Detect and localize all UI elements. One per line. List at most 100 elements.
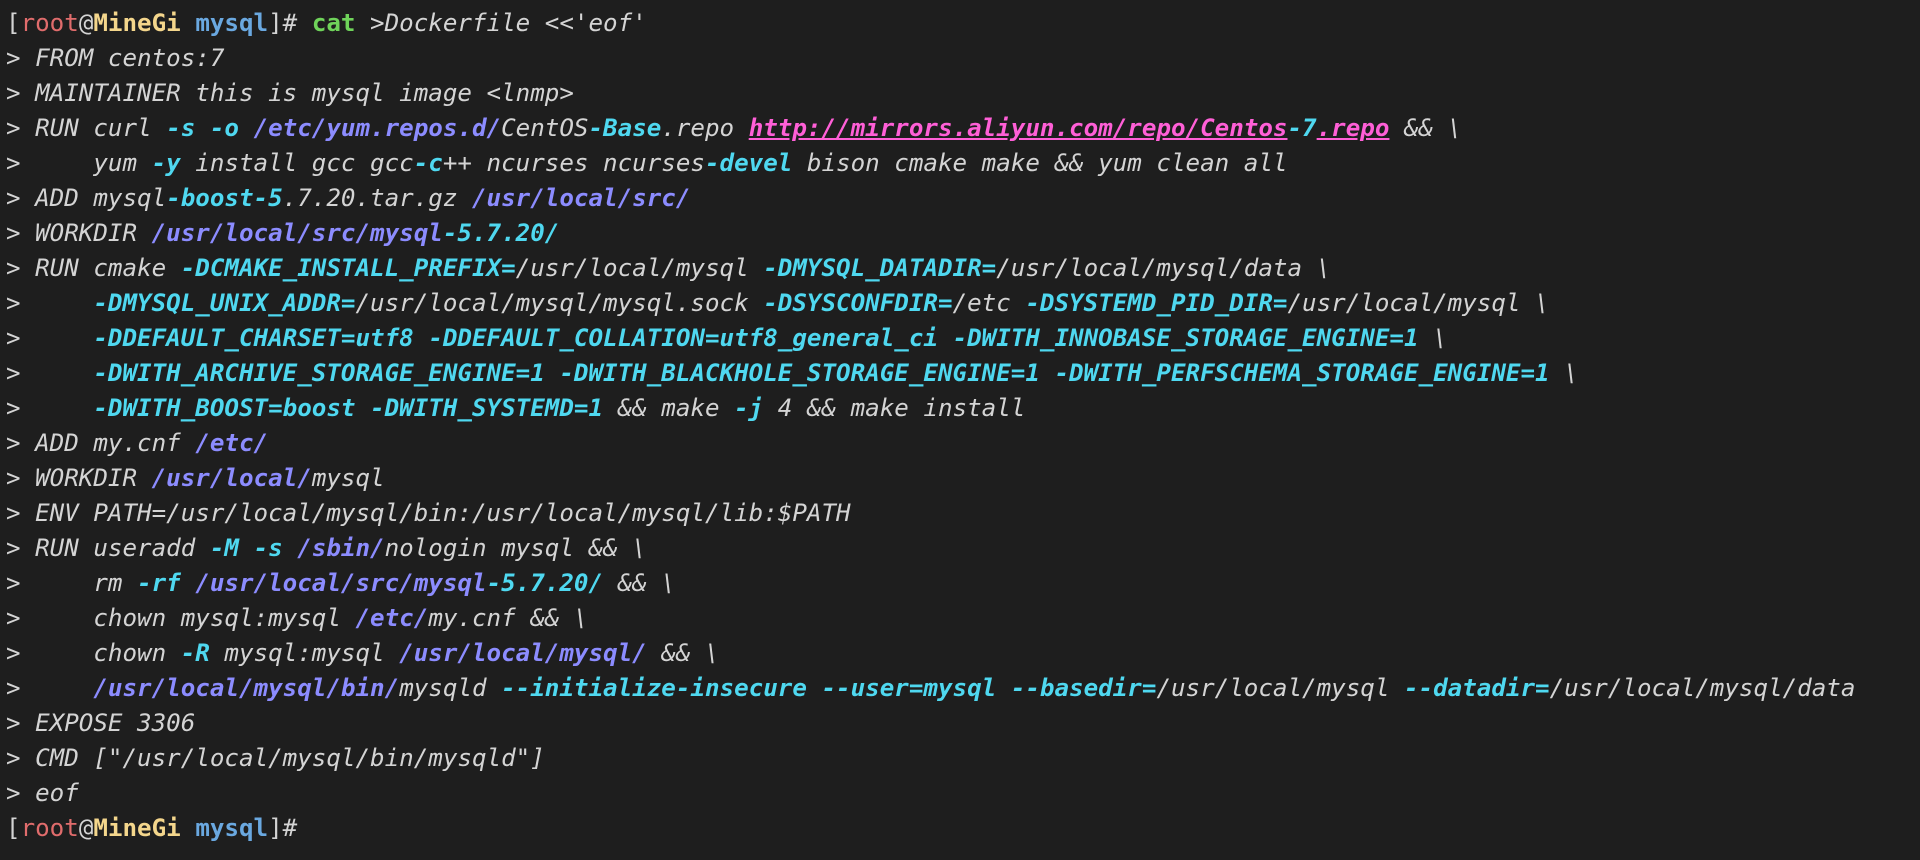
terminal-text-segment: -o: [209, 114, 239, 142]
terminal-text-segment: /etc/: [355, 604, 429, 632]
terminal-text-segment: -DSYSCONFDIR=: [763, 289, 953, 317]
terminal-line: > chown mysql:mysql /etc/my.cnf && \: [6, 601, 1920, 636]
terminal-line: > WORKDIR /usr/local/src/mysql-5.7.20/: [6, 216, 1920, 251]
terminal-text-segment: > ADD my.cnf: [6, 429, 196, 457]
terminal-text-segment: [: [6, 9, 21, 37]
terminal-line: > EXPOSE 3306: [6, 706, 1920, 741]
terminal-text-segment: mysql: [195, 814, 269, 842]
terminal-text-segment: > rm: [6, 569, 138, 597]
terminal-text-segment: >: [6, 359, 94, 387]
terminal-text-segment: /usr/local/mysql/mysql.sock: [355, 289, 764, 317]
terminal-text-segment: -DDEFAULT_CHARSET=utf8: [93, 324, 414, 352]
terminal-text-segment: > ADD mysql: [6, 184, 167, 212]
terminal-text-segment: && \: [1389, 114, 1463, 142]
terminal-text-segment: -DWITH_ARCHIVE_STORAGE_ENGINE=1: [93, 359, 545, 387]
terminal-text-segment: -DWITH_BLACKHOLE_STORAGE_ENGINE=1: [559, 359, 1040, 387]
terminal-text-segment: -DWITH_PERFSCHEMA_STORAGE_ENGINE=1: [1054, 359, 1550, 387]
terminal-text-segment: -j: [734, 394, 764, 422]
terminal-text-segment: /usr/local/src/mysql: [151, 219, 443, 247]
terminal-line: [root@MineGi mysql]#: [6, 811, 1920, 846]
terminal-text-segment: /usr/local/mysql/bin/: [93, 674, 400, 702]
terminal-text-segment: --basedir=: [1010, 674, 1157, 702]
terminal-text-segment: root: [20, 9, 79, 37]
terminal-text-segment: [: [6, 814, 21, 842]
terminal-text-segment: /usr/local/: [151, 464, 312, 492]
terminal-text-segment: && \: [646, 639, 720, 667]
terminal-line: > CMD ["/usr/local/mysql/bin/mysqld"]: [6, 741, 1920, 776]
terminal-text-segment: /usr/local/src/: [472, 184, 691, 212]
terminal-text-segment: -M: [209, 534, 239, 562]
terminal-text-segment: ++ ncurses ncurses: [442, 149, 705, 177]
terminal-text-segment: && make: [603, 394, 735, 422]
terminal-text-segment: -7: [1287, 114, 1317, 142]
terminal-text-segment: /usr/local/mysql \: [1287, 289, 1550, 317]
terminal-text-segment: -DCMAKE_INSTALL_PREFIX=: [180, 254, 516, 282]
terminal-line: > WORKDIR /usr/local/mysql: [6, 461, 1920, 496]
terminal-text-segment: /etc: [952, 289, 1026, 317]
terminal-text-segment: mysql: [311, 464, 385, 492]
terminal-text-segment: --user=mysql: [821, 674, 997, 702]
terminal-text-segment: > yum: [6, 149, 152, 177]
terminal-line: [root@MineGi mysql]# cat >Dockerfile <<'…: [6, 6, 1920, 41]
terminal-text-segment: http://mirrors.aliyun.com/repo/Centos: [748, 114, 1288, 142]
terminal-line: > yum -y install gcc gcc-c++ ncurses ncu…: [6, 146, 1920, 181]
terminal-text-segment: > FROM centos:7: [6, 44, 225, 72]
terminal-text-segment: @: [78, 814, 94, 842]
terminal-text-segment: -s: [166, 114, 196, 142]
terminal-line: > -DMYSQL_UNIX_ADDR=/usr/local/mysql/mys…: [6, 286, 1920, 321]
terminal-text-segment: -DWITH_INNOBASE_STORAGE_ENGINE=1: [952, 324, 1419, 352]
terminal-text-segment: -s: [253, 534, 283, 562]
terminal-text-segment: > eof: [6, 779, 79, 807]
terminal-text-segment: mysqld: [399, 674, 502, 702]
terminal-text-segment: -DMYSQL_UNIX_ADDR=: [93, 289, 356, 317]
terminal-line: > ADD my.cnf /etc/: [6, 426, 1920, 461]
terminal-text-segment: /usr/local/mysql/data: [1549, 674, 1856, 702]
terminal-line: > MAINTAINER this is mysql image <lnmp>: [6, 76, 1920, 111]
terminal-text-segment: > CMD ["/usr/local/mysql/bin/mysqld"]: [6, 744, 545, 772]
terminal-text-segment: -devel: [705, 149, 793, 177]
terminal-text-segment: -DDEFAULT_COLLATION=utf8_general_ci: [428, 324, 938, 352]
terminal-text-segment: mysql: [195, 9, 269, 37]
terminal-text-segment: MineGi: [93, 814, 181, 842]
terminal-text-segment: \: [1418, 324, 1448, 352]
terminal-line: > ADD mysql-boost-5.7.20.tar.gz /usr/loc…: [6, 181, 1920, 216]
terminal-text-segment: mysql:mysql: [209, 639, 400, 667]
terminal-text-segment: --initialize-insecure: [501, 674, 807, 702]
terminal-window[interactable]: [root@MineGi mysql]# cat >Dockerfile <<'…: [0, 0, 1920, 860]
terminal-text-segment: --datadir=: [1404, 674, 1550, 702]
terminal-text-segment: bison cmake make && yum clean all: [792, 149, 1288, 177]
terminal-text-segment: /usr/local/mysql/data \: [996, 254, 1332, 282]
terminal-text-segment: > chown mysql:mysql: [6, 604, 356, 632]
terminal-line: > -DWITH_BOOST=boost -DWITH_SYSTEMD=1 &&…: [6, 391, 1920, 426]
terminal-text-segment: /usr/local/src/mysql: [195, 569, 487, 597]
terminal-text-segment: /usr/local/mysql: [1156, 674, 1404, 702]
terminal-text-segment: -rf: [137, 569, 181, 597]
terminal-line: > RUN useradd -M -s /sbin/nologin mysql …: [6, 531, 1920, 566]
terminal-text-segment: cat: [311, 9, 356, 37]
terminal-text-segment: /etc/: [195, 429, 269, 457]
terminal-text-segment: > ENV PATH=/usr/local/mysql/bin:/usr/loc…: [6, 499, 851, 527]
terminal-text-segment: -DSYSTEMD_PID_DIR=: [1025, 289, 1288, 317]
terminal-text-segment: -Base: [588, 114, 662, 142]
terminal-text-segment: >Dockerfile <<'eof': [355, 9, 647, 37]
terminal-text-segment: -R: [180, 639, 210, 667]
terminal-text-segment: -5.7.20/: [442, 219, 560, 247]
terminal-text-segment: >: [6, 674, 94, 702]
terminal-text-segment: CentOS: [501, 114, 589, 142]
terminal-text-segment: >: [6, 289, 94, 317]
terminal-line: > RUN curl -s -o /etc/yum.repos.d/CentOS…: [6, 111, 1920, 146]
terminal-text-segment: > RUN useradd: [6, 534, 210, 562]
terminal-text-segment: -DMYSQL_DATADIR=: [763, 254, 997, 282]
terminal-text-segment: my.cnf && \: [428, 604, 589, 632]
terminal-text-segment: -5.7.20/: [486, 569, 604, 597]
